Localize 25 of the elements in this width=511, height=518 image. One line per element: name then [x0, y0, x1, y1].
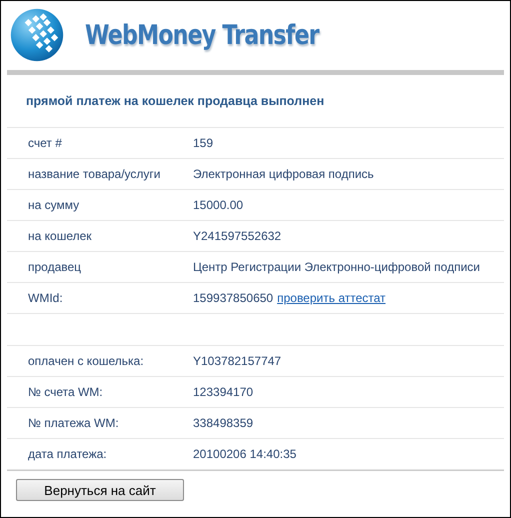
- field-value: Электронная цифровая подпись: [193, 167, 374, 181]
- field-value: 15000.00: [193, 198, 244, 212]
- field-label: счет #: [27, 136, 63, 150]
- field-label: на сумму: [27, 198, 80, 212]
- field-value: 159937850650: [193, 291, 274, 305]
- field-value: 20100206 14:40:35: [193, 447, 296, 461]
- field-label: № платежа WM:: [27, 416, 120, 430]
- field-label: продавец: [27, 260, 82, 274]
- field-label: на кошелек: [27, 229, 93, 243]
- field-value: Y103782157747: [193, 354, 282, 368]
- field-value: Центр Регистрации Электронно-цифровой подписи: [193, 260, 480, 274]
- logo-text: WebMoney Transfer: [85, 20, 319, 50]
- field-label: WMId:: [27, 291, 64, 305]
- check-link[interactable]: проверить аттестат: [277, 291, 386, 305]
- field-label: название товара/услуги: [27, 167, 162, 181]
- field-label: дата платежа:: [27, 447, 108, 461]
- field-value: 338498359: [193, 416, 254, 430]
- field-label: оплачен с кошелька:: [27, 354, 145, 368]
- return-button[interactable]: Вернуться на сайт: [16, 479, 184, 501]
- globe-logo-icon: [9, 7, 65, 63]
- field-value: Y241597552632: [193, 229, 282, 243]
- field-label: № счета WM:: [27, 385, 104, 399]
- page-heading: прямой платеж на кошелек продавца выполнен: [7, 75, 504, 128]
- field-value: 123394170: [193, 385, 254, 399]
- field-value: 159: [193, 136, 214, 150]
